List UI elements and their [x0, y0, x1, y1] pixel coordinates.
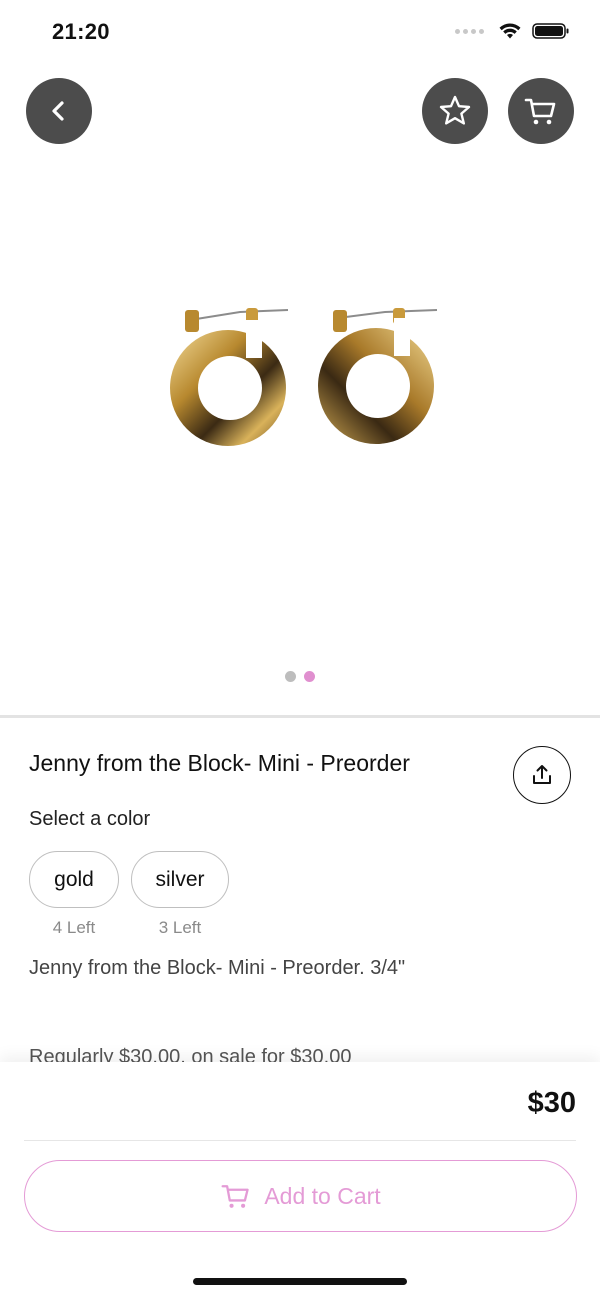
cart-icon [221, 1185, 250, 1208]
product-description: Jenny from the Block- Mini - Preorder. 3… [29, 957, 406, 979]
price: $30 [527, 1087, 576, 1119]
signal-icon [455, 28, 484, 34]
add-to-cart-button[interactable]: Add to Cart [24, 1160, 577, 1232]
cart-icon [524, 98, 556, 125]
color-option-silver: silver 3 Left [131, 851, 229, 938]
stock-label: 4 Left [52, 918, 96, 937]
divider [0, 715, 600, 718]
color-option-gold: gold 4 Left [29, 851, 119, 938]
favorite-button[interactable] [422, 78, 488, 144]
add-to-cart-label: Add to Cart [264, 1182, 381, 1209]
cart-button[interactable] [508, 78, 574, 144]
status-time: 21:20 [52, 19, 110, 44]
wifi-icon [499, 23, 521, 39]
status-bar: 21:20 [0, 0, 600, 66]
status-icons [455, 22, 570, 40]
color-chip-gold[interactable]: gold [29, 851, 119, 908]
image-pager[interactable] [0, 671, 600, 682]
color-options: gold 4 Left silver 3 Left [29, 851, 229, 938]
stock-label: 3 Left [158, 918, 202, 937]
product-image[interactable] [150, 290, 450, 470]
star-icon [439, 95, 471, 125]
home-indicator[interactable] [193, 1278, 407, 1285]
color-chip-silver[interactable]: silver [131, 851, 229, 908]
pager-dot-active[interactable] [304, 671, 315, 682]
share-icon [533, 765, 551, 784]
bottom-bar: $30 Add to Cart [0, 1062, 600, 1299]
divider [24, 1140, 576, 1141]
product-title: Jenny from the Block- Mini - Preorder [29, 750, 410, 776]
share-button[interactable] [513, 746, 571, 804]
chevron-left-icon [52, 101, 64, 121]
pager-dot[interactable] [285, 671, 296, 682]
back-button[interactable] [26, 78, 92, 144]
color-label: Select a color [29, 808, 151, 830]
battery-icon [532, 23, 569, 39]
